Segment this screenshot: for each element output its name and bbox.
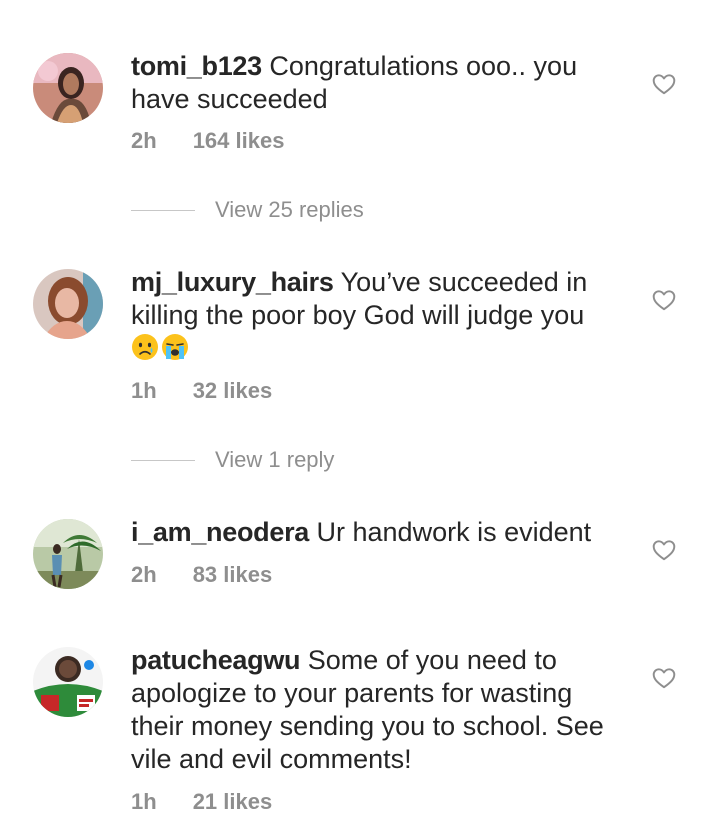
comment-time: 2h (131, 562, 157, 587)
comment-likes[interactable]: 21 likes (193, 789, 273, 814)
view-replies-button[interactable]: View 25 replies (131, 195, 364, 225)
comment-meta: 2h 164 likes (131, 128, 284, 154)
comment-time: 1h (131, 789, 157, 814)
comment-text: Ur handwork is evident (316, 517, 592, 547)
avatar[interactable] (33, 519, 103, 589)
comment-meta: 1h 21 likes (131, 789, 272, 815)
heart-outline-icon[interactable] (651, 287, 677, 313)
comment-meta: 2h 83 likes (131, 562, 272, 588)
comment-body: i_am_neodera Ur handwork is evident (131, 516, 621, 549)
comment-likes[interactable]: 83 likes (193, 562, 273, 587)
comment-time: 1h (131, 378, 157, 403)
avatar[interactable] (33, 647, 103, 717)
avatar[interactable] (33, 269, 103, 339)
crying-face-icon (132, 334, 158, 360)
heart-outline-icon[interactable] (651, 665, 677, 691)
comment-likes[interactable]: 32 likes (193, 378, 273, 403)
comment-body: mj_luxury_hairs You’ve succeeded in kill… (131, 266, 621, 365)
comment-body: tomi_b123 Congratulations ooo.. you have… (131, 50, 621, 116)
avatar[interactable] (33, 53, 103, 123)
view-replies-button[interactable]: View 1 reply (131, 445, 334, 475)
comment-username[interactable]: tomi_b123 (131, 51, 262, 81)
comment-body: patucheagwu Some of you need to apologiz… (131, 644, 621, 776)
heart-outline-icon[interactable] (651, 71, 677, 97)
loudly-crying-face-icon (162, 334, 188, 360)
comment-username[interactable]: mj_luxury_hairs (131, 267, 334, 297)
view-replies-label: View 25 replies (215, 197, 364, 222)
comment-username[interactable]: patucheagwu (131, 645, 301, 675)
heart-outline-icon[interactable] (651, 537, 677, 563)
view-replies-label: View 1 reply (215, 447, 335, 472)
divider-line (131, 209, 195, 211)
comment-time: 2h (131, 128, 157, 153)
comment-username[interactable]: i_am_neodera (131, 517, 309, 547)
comment-likes[interactable]: 164 likes (193, 128, 285, 153)
divider-line (131, 459, 195, 461)
comment-meta: 1h 32 likes (131, 378, 272, 404)
